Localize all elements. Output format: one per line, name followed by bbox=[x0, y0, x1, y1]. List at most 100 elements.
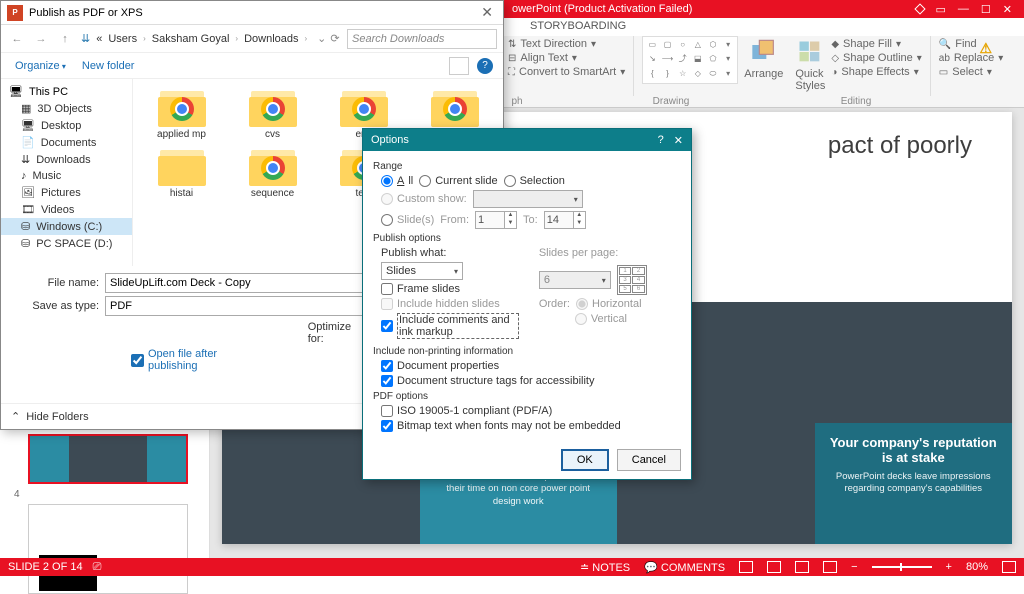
zoom-out-icon[interactable]: − bbox=[851, 561, 857, 573]
options-title-bar: Options ? ✕ bbox=[363, 129, 691, 151]
sorter-view-icon[interactable] bbox=[767, 561, 781, 573]
comments-button[interactable]: 💬 COMMENTS bbox=[644, 561, 725, 574]
nav-up-icon[interactable]: ↑ bbox=[55, 29, 75, 49]
custom-show-select: ▾ bbox=[473, 190, 583, 208]
to-spinner[interactable]: ▲▼ bbox=[544, 211, 586, 229]
options-title: Options bbox=[371, 134, 409, 146]
select-button[interactable]: ▭ Select ▾ bbox=[939, 66, 1004, 78]
frame-slides-checkbox[interactable]: Frame slides bbox=[381, 283, 460, 295]
crumb-dropdown-icon[interactable]: ⌄ bbox=[317, 32, 326, 45]
search-input[interactable]: Search Downloads bbox=[347, 29, 497, 49]
shape-outline-button[interactable]: ◇ Shape Outline ▾ bbox=[831, 52, 921, 64]
folder-item[interactable]: histai bbox=[137, 144, 226, 201]
doc-structure-checkbox[interactable]: Document structure tags for accessibilit… bbox=[381, 375, 594, 387]
notes-button[interactable]: ≐ NOTES bbox=[580, 561, 630, 574]
ribbon-tab-storyboarding[interactable]: STORYBOARDING bbox=[520, 18, 636, 36]
thumbnail-3[interactable] bbox=[28, 434, 188, 484]
tree-item[interactable]: ⇊ Downloads bbox=[1, 151, 132, 168]
lang-icon[interactable]: ⎚ bbox=[93, 561, 102, 574]
hidden-slides-checkbox: Include hidden slides bbox=[381, 298, 500, 310]
order-horizontal-radio: Horizontal bbox=[576, 298, 642, 310]
handout-preview-icon: 123456 bbox=[617, 265, 647, 295]
reading-view-icon[interactable] bbox=[795, 561, 809, 573]
align-text-button[interactable]: ⊟ Align Text ▾ bbox=[508, 52, 625, 64]
nav-tree: 🖥 This PC ▦ 3D Objects 🖥 Desktop 📄 Docum… bbox=[1, 79, 133, 266]
view-button[interactable] bbox=[449, 57, 469, 75]
status-bar: SLIDE 2 OF 14 ⎚ ≐ NOTES 💬 COMMENTS − + 8… bbox=[0, 558, 1024, 576]
minimize2-icon[interactable]: — bbox=[958, 3, 969, 15]
quick-styles-button[interactable]: Quick Styles bbox=[789, 36, 831, 94]
zoom-in-icon[interactable]: + bbox=[946, 561, 952, 573]
replace-button[interactable]: ab Replace ▾ bbox=[939, 52, 1004, 64]
zoom-slider[interactable] bbox=[872, 566, 932, 568]
cancel-button[interactable]: Cancel bbox=[617, 449, 681, 471]
include-comments-checkbox[interactable]: Include comments and ink markup bbox=[381, 313, 519, 339]
publish-nav-bar: ← → ↑ ⇊ « Users› Saksham Goyal› Download… bbox=[1, 25, 503, 53]
range-all-radio[interactable]: AAllll bbox=[381, 175, 413, 187]
tree-item-windows-c[interactable]: ⛁ Windows (C:) bbox=[1, 218, 132, 235]
convert-smartart-button[interactable]: ⛶ Convert to SmartArt ▾ bbox=[508, 66, 625, 78]
thumb-number-4: 4 bbox=[14, 489, 20, 500]
publish-toolbar: Organize New folder ? bbox=[1, 53, 503, 79]
slide-cell bbox=[815, 302, 1013, 423]
ok-button[interactable]: OK bbox=[561, 449, 609, 471]
publish-title: Publish as PDF or XPS bbox=[29, 7, 143, 19]
shapes-gallery[interactable]: ▭▢○△⬡▾ ↘⟶⤴⬓⬠▾ {}☆◇⬭▾ bbox=[642, 36, 738, 84]
tree-item[interactable]: 📄 Documents bbox=[1, 134, 132, 151]
thumbnail-4[interactable] bbox=[28, 504, 188, 594]
publish-close-icon[interactable]: ✕ bbox=[477, 4, 497, 21]
options-help-icon[interactable]: ? bbox=[658, 134, 664, 147]
range-current-radio[interactable]: Current slide bbox=[419, 175, 497, 187]
file-name-label: File name: bbox=[31, 277, 99, 289]
publish-title-bar: P Publish as PDF or XPS ✕ bbox=[1, 1, 503, 25]
help-icon[interactable]: ? bbox=[477, 58, 493, 74]
diamond-icon bbox=[914, 3, 925, 14]
maximize-icon[interactable]: ☐ bbox=[981, 3, 991, 16]
folder-item[interactable]: applied mp bbox=[137, 85, 226, 142]
shape-effects-button[interactable]: ◑ Shape Effects ▾ bbox=[831, 66, 921, 78]
tree-this-pc[interactable]: 🖥 This PC bbox=[1, 83, 132, 100]
iso-checkbox[interactable]: ISO 19005-1 compliant (PDF/A) bbox=[381, 405, 552, 417]
range-selection-radio[interactable]: Selection bbox=[504, 175, 565, 187]
text-direction-button[interactable]: ⇅ Text Direction ▾ bbox=[508, 38, 625, 50]
options-dialog: Options ?✕ Range AAllll Current slide Se… bbox=[362, 128, 692, 480]
organize-button[interactable]: Organize bbox=[15, 60, 66, 72]
save-type-label: Save as type: bbox=[31, 300, 99, 312]
slides-per-page-select: 6▾ bbox=[539, 271, 611, 289]
tree-item[interactable]: 🖥 Desktop bbox=[1, 117, 132, 134]
range-slides-radio[interactable]: Slide(s) bbox=[381, 214, 434, 226]
minimize-icon[interactable]: ▭ bbox=[936, 3, 946, 16]
nav-back-icon[interactable]: ← bbox=[7, 29, 27, 49]
slide-cell: Your company's reputation is at stakePow… bbox=[815, 423, 1013, 544]
shape-fill-button[interactable]: ◆ Shape Fill ▾ bbox=[831, 38, 921, 50]
slideshow-view-icon[interactable] bbox=[823, 561, 837, 573]
slide-counter: SLIDE 2 OF 14 bbox=[8, 561, 83, 573]
folder-item[interactable]: sequence bbox=[228, 144, 317, 201]
new-folder-button[interactable]: New folder bbox=[82, 60, 135, 72]
bitmap-text-checkbox[interactable]: Bitmap text when fonts may not be embedd… bbox=[381, 420, 621, 432]
folder-item[interactable]: cvs bbox=[228, 85, 317, 142]
doc-properties-checkbox[interactable]: Document properties bbox=[381, 360, 499, 372]
from-spinner[interactable]: ▲▼ bbox=[475, 211, 517, 229]
refresh-icon[interactable]: ⟳ bbox=[330, 32, 339, 45]
zoom-label: 80% bbox=[966, 561, 988, 573]
nav-fwd-icon: → bbox=[31, 29, 51, 49]
tree-item[interactable]: 🎞 Videos bbox=[1, 201, 132, 218]
arrange-button[interactable]: Arrange bbox=[738, 36, 789, 82]
find-button[interactable]: 🔍 Find bbox=[939, 38, 1004, 50]
breadcrumb[interactable]: ⇊ « Users› Saksham Goyal› Downloads› bbox=[79, 32, 309, 45]
options-close-icon[interactable]: ✕ bbox=[674, 134, 683, 147]
publish-what-select[interactable]: Slides▾ bbox=[381, 262, 463, 280]
tree-item[interactable]: ▦ 3D Objects bbox=[1, 100, 132, 117]
downloads-crumb-icon: ⇊ bbox=[79, 32, 92, 45]
tree-item[interactable]: ⛁ PC SPACE (D:) bbox=[1, 235, 132, 252]
close-icon[interactable]: ✕ bbox=[1003, 3, 1012, 16]
normal-view-icon[interactable] bbox=[739, 561, 753, 573]
hide-folders-button[interactable]: ⌃ Hide Folders bbox=[11, 410, 89, 423]
ppt-window-controls: ▭ — ☐ ✕ bbox=[916, 3, 1021, 16]
tree-item[interactable]: ♪ Music bbox=[1, 168, 132, 184]
warning-icon: ⚠ bbox=[979, 40, 992, 57]
fit-view-icon[interactable] bbox=[1002, 561, 1016, 573]
open-after-checkbox[interactable]: Open file after publishing bbox=[131, 321, 268, 399]
tree-item[interactable]: 🖼 Pictures bbox=[1, 184, 132, 201]
